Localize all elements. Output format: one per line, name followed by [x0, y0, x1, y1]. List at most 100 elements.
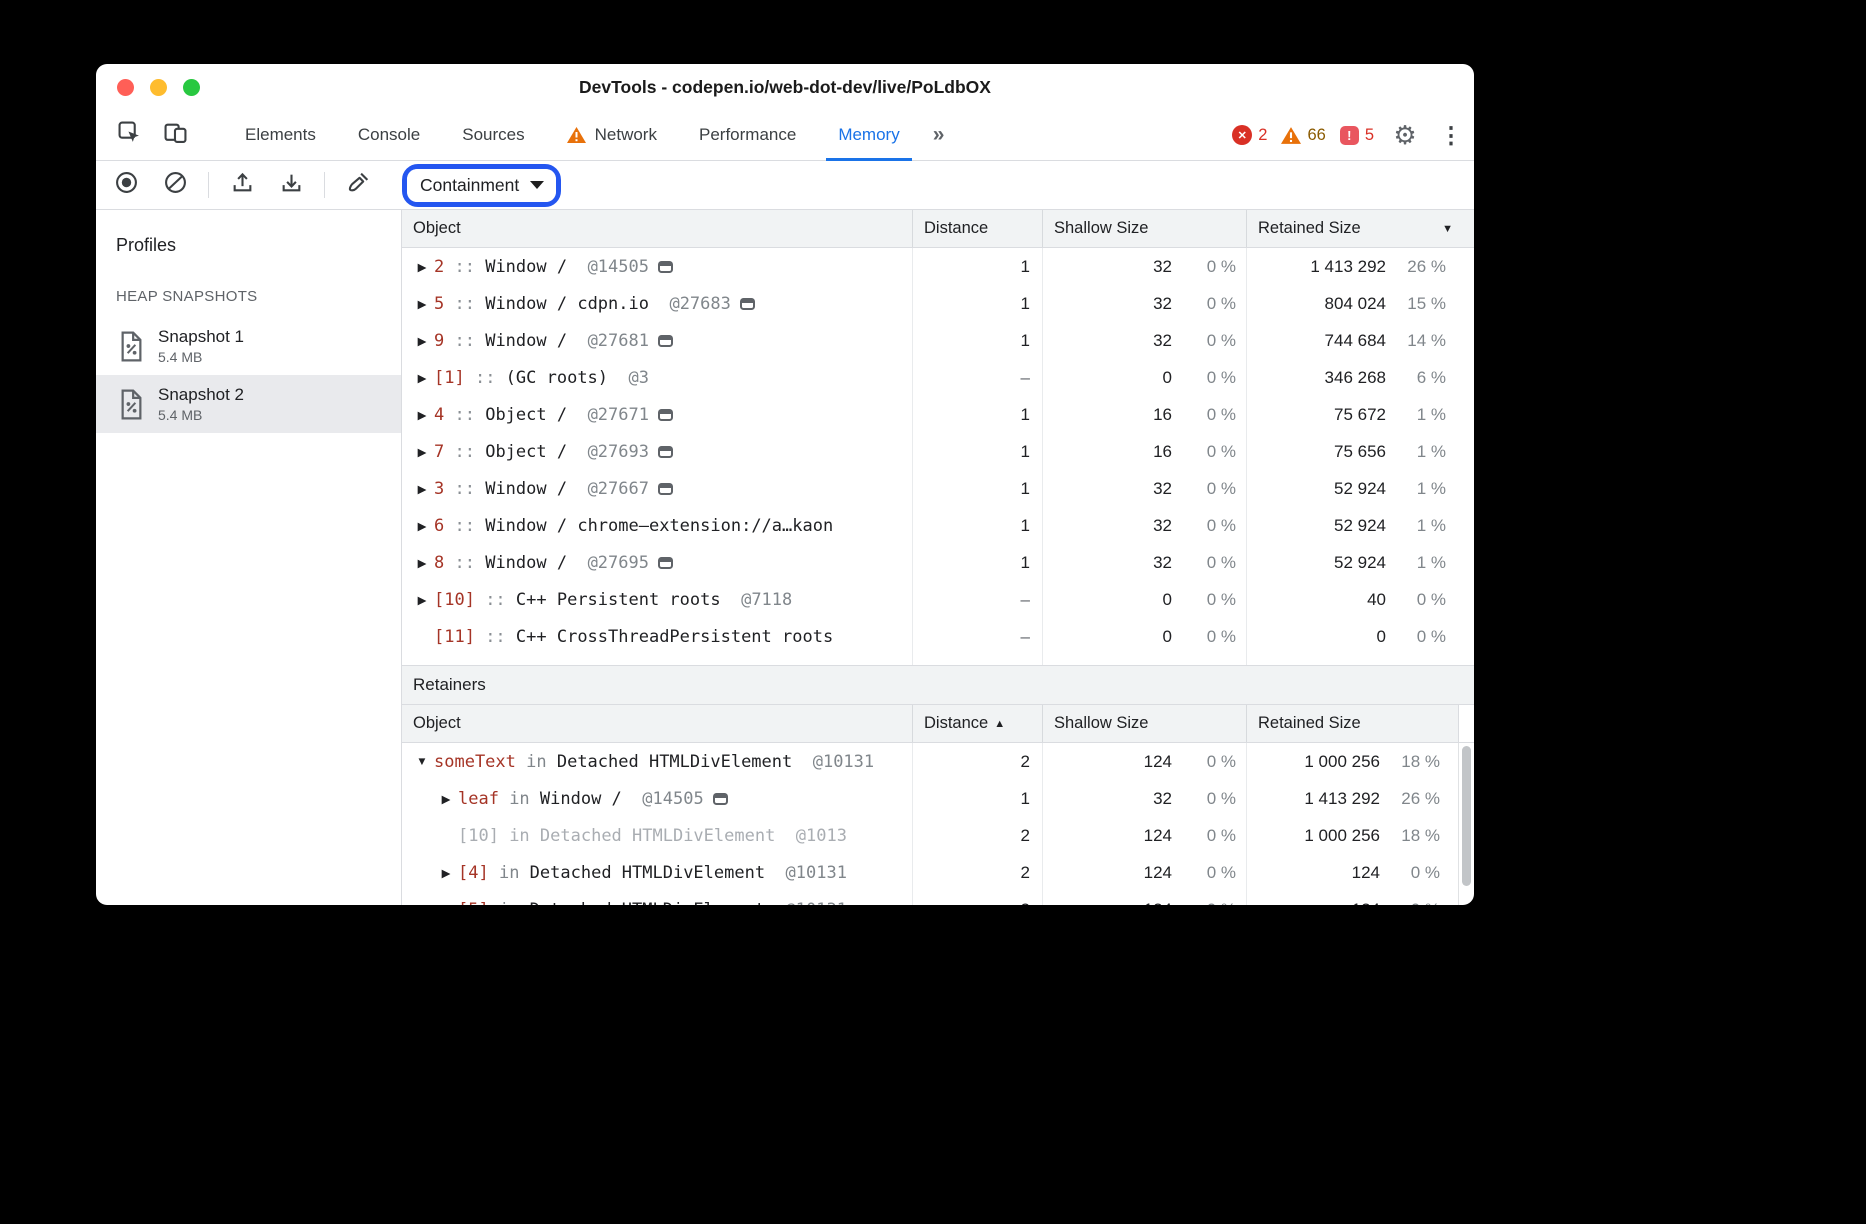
expander-icon[interactable]: ▶: [410, 445, 434, 459]
retainer-rows: ▼someText in Detached HTMLDivElement @10…: [402, 743, 1474, 905]
settings-button[interactable]: [1382, 110, 1428, 160]
scrollbar-gutter: [1458, 705, 1474, 742]
object-cell: ▶[1] :: (GC roots) @3: [402, 359, 913, 396]
tab-memory[interactable]: Memory: [817, 110, 920, 160]
expander-icon[interactable]: ▶: [434, 866, 458, 880]
object-cell: ▶8 :: Window / @27695: [402, 544, 913, 581]
reveal-icon[interactable]: [658, 446, 673, 458]
close-window-button[interactable]: [117, 79, 134, 96]
heap-object-row[interactable]: ▶6 :: Window / chrome–extension://a…kaon…: [402, 507, 1474, 544]
shallow-size-cell: 320 %: [1043, 285, 1247, 322]
perspective-dropdown-label: Containment: [420, 175, 519, 196]
vertical-scrollbar[interactable]: [1462, 746, 1471, 886]
heap-object-row[interactable]: ▶3 :: Window / @276671320 %52 9241 %: [402, 470, 1474, 507]
column-header-retained-size[interactable]: Retained Size: [1247, 705, 1458, 742]
tab-sources[interactable]: Sources: [441, 110, 545, 160]
heap-object-row[interactable]: ▶9 :: Window / @276811320 %744 68414 %: [402, 322, 1474, 359]
retainer-row[interactable]: ▶leaf in Window / @145051320 %1 413 2922…: [402, 780, 1474, 817]
distance-cell: 1: [913, 780, 1043, 817]
snapshot-item[interactable]: Snapshot 15.4 MB: [96, 317, 401, 375]
column-header-retained-size[interactable]: Retained Size ▼: [1247, 210, 1474, 247]
sort-ascending-icon: ▲: [994, 718, 1005, 730]
shallow-size-cell: 1240 %: [1043, 891, 1247, 905]
object-cell: ▶leaf in Window / @14505: [402, 780, 913, 817]
expander-icon[interactable]: ▶: [434, 903, 458, 906]
expander-icon[interactable]: ▶: [410, 482, 434, 496]
reveal-icon[interactable]: [713, 793, 728, 805]
issues-badge[interactable]: 5: [1340, 126, 1374, 145]
distance-cell: 1: [913, 544, 1043, 581]
expander-icon[interactable]: ▼: [410, 756, 434, 768]
heap-object-row[interactable]: ▶5 :: Window / cdpn.io @276831320 %804 0…: [402, 285, 1474, 322]
console-warnings-badge[interactable]: 66: [1281, 126, 1325, 145]
expander-icon[interactable]: ▶: [410, 334, 434, 348]
reveal-icon[interactable]: [658, 483, 673, 495]
retainer-row[interactable]: [10] in Detached HTMLDivElement @1013212…: [402, 817, 1474, 854]
expander-icon[interactable]: ▶: [410, 556, 434, 570]
reveal-icon[interactable]: [658, 261, 673, 273]
tab-performance[interactable]: Performance: [678, 110, 817, 160]
column-header-shallow-size[interactable]: Shallow Size: [1043, 705, 1247, 742]
reveal-icon[interactable]: [658, 335, 673, 347]
toolbar-divider: [208, 172, 209, 198]
shallow-size-cell: 320 %: [1043, 248, 1247, 285]
heap-object-row[interactable]: ▶4 :: Object / @276711160 %75 6721 %: [402, 396, 1474, 433]
tab-elements[interactable]: Elements: [224, 110, 337, 160]
shallow-size-cell: 00 %: [1043, 581, 1247, 618]
shallow-size-cell: 320 %: [1043, 780, 1247, 817]
reveal-icon[interactable]: [658, 557, 673, 569]
warning-count: 66: [1307, 126, 1325, 145]
inspect-element-button[interactable]: [106, 110, 152, 160]
column-header-shallow-size[interactable]: Shallow Size: [1043, 210, 1247, 247]
expander-icon[interactable]: ▶: [410, 408, 434, 422]
clear-profiles-button[interactable]: [157, 167, 193, 203]
expander-icon[interactable]: ▶: [410, 519, 434, 533]
record-heap-snapshot-button[interactable]: [108, 167, 144, 203]
console-errors-badge[interactable]: 2: [1232, 125, 1267, 145]
reveal-icon[interactable]: [740, 298, 755, 310]
save-profile-button[interactable]: [273, 167, 309, 203]
expander-icon[interactable]: ▶: [434, 792, 458, 806]
expander-icon[interactable]: ▶: [410, 297, 434, 311]
perspective-dropdown[interactable]: Containment: [407, 169, 556, 202]
heap-object-row[interactable]: [11] :: C++ CrossThreadPersistent roots–…: [402, 618, 1474, 655]
shallow-size-cell: 1240 %: [1043, 743, 1247, 780]
column-header-distance[interactable]: Distance ▲: [913, 705, 1043, 742]
expander-icon[interactable]: ▶: [410, 371, 434, 385]
retained-size-cell: 804 02415 %: [1247, 285, 1474, 322]
distance-cell: –: [913, 581, 1043, 618]
tab-console[interactable]: Console: [337, 110, 441, 160]
issues-icon: [1340, 126, 1359, 145]
column-header-object[interactable]: Object: [402, 705, 913, 742]
snapshot-item[interactable]: Snapshot 25.4 MB: [96, 375, 401, 433]
more-tabs-button[interactable]: »: [921, 110, 957, 160]
tab-network[interactable]: Network: [546, 110, 678, 160]
reveal-icon[interactable]: [658, 409, 673, 421]
profiles-sidebar: Profiles HEAP SNAPSHOTS Snapshot 15.4 MB…: [96, 210, 402, 905]
heap-object-row[interactable]: ▶[10] :: C++ Persistent roots @7118–00 %…: [402, 581, 1474, 618]
heap-snapshots-section-label: HEAP SNAPSHOTS: [96, 272, 401, 317]
column-header-object[interactable]: Object: [402, 210, 913, 247]
menu-button[interactable]: [1428, 110, 1474, 160]
snapshot-list: Snapshot 15.4 MBSnapshot 25.4 MB: [96, 317, 401, 433]
heap-object-row[interactable]: ▶2 :: Window / @145051320 %1 413 29226 %: [402, 248, 1474, 285]
expander-icon[interactable]: ▶: [410, 260, 434, 274]
retainer-row[interactable]: ▶[5] in Detached HTMLDivElement @1013121…: [402, 891, 1474, 905]
heap-object-row[interactable]: ▶8 :: Window / @276951320 %52 9241 %: [402, 544, 1474, 581]
retainer-row[interactable]: ▼someText in Detached HTMLDivElement @10…: [402, 743, 1474, 780]
scrollbar-gutter: [1458, 891, 1474, 905]
device-toolbar-button[interactable]: [152, 110, 198, 160]
shallow-size-cell: 160 %: [1043, 396, 1247, 433]
retainer-row[interactable]: ▶[4] in Detached HTMLDivElement @1013121…: [402, 854, 1474, 891]
collect-garbage-button[interactable]: [340, 167, 376, 203]
column-header-distance[interactable]: Distance: [913, 210, 1043, 247]
distance-cell: 2: [913, 891, 1043, 905]
heap-object-row[interactable]: ▶7 :: Object / @276931160 %75 6561 %: [402, 433, 1474, 470]
issues-count: 5: [1365, 126, 1374, 145]
retained-size-cell: 00 %: [1247, 618, 1474, 655]
heap-object-row[interactable]: ▶[1] :: (GC roots) @3–00 %346 2686 %: [402, 359, 1474, 396]
zoom-window-button[interactable]: [183, 79, 200, 96]
minimize-window-button[interactable]: [150, 79, 167, 96]
load-profile-button[interactable]: [224, 167, 260, 203]
expander-icon[interactable]: ▶: [410, 593, 434, 607]
